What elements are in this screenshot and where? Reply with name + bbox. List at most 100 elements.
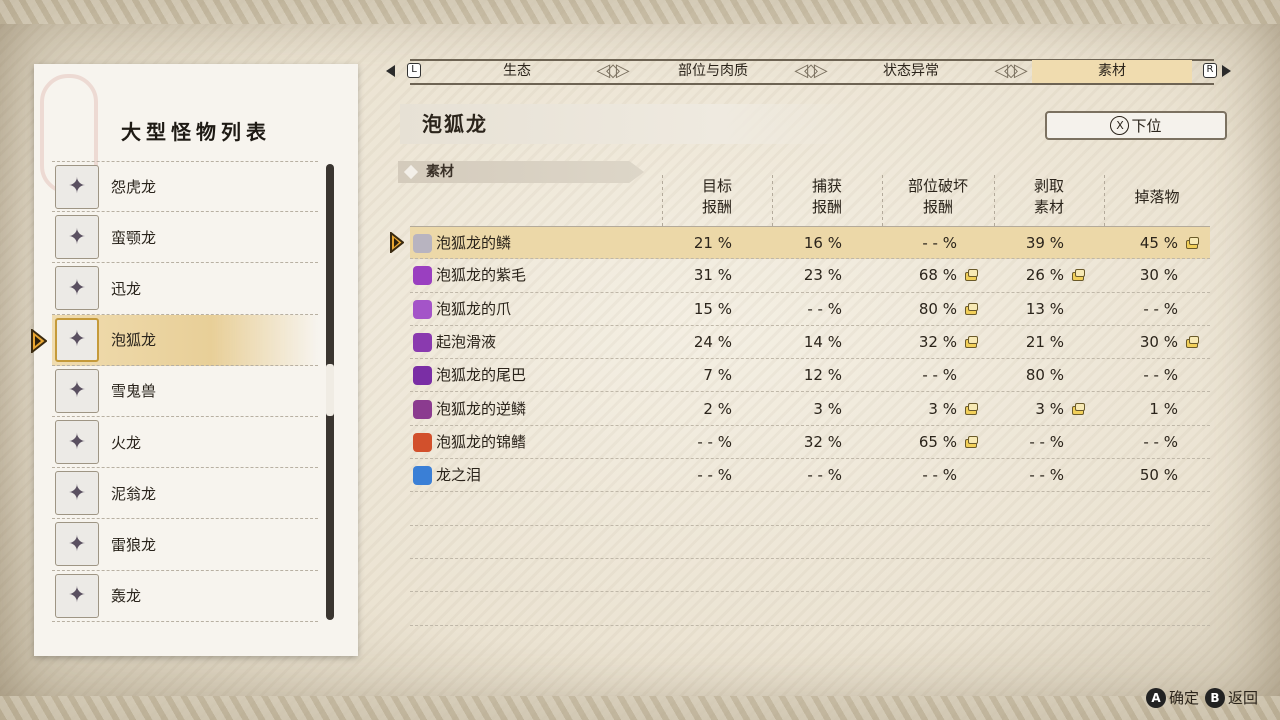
gem-icon <box>413 399 432 419</box>
monster-list-item[interactable]: ✦ 火龙 <box>52 417 318 469</box>
rate-value: - - % <box>1029 466 1064 485</box>
material-row[interactable]: 起泡滑液 24 % 14 % 32 % 21 % 30 % <box>410 326 1210 360</box>
rate-value: 23 % <box>803 266 842 285</box>
note-icon <box>1186 335 1199 348</box>
monster-name: 泡狐龙 <box>111 331 157 350</box>
monster-list-item[interactable]: ✦ 怨虎龙 <box>52 161 318 213</box>
rate-value: 14 % <box>803 332 842 351</box>
tab-divider-icon: ◁◇▷ <box>794 60 828 81</box>
rate-value: 30 % <box>1139 266 1178 285</box>
monster-list-item[interactable]: ✦ 雷狼龙 <box>52 519 318 571</box>
material-name: 泡狐龙的尾巴 <box>436 366 527 385</box>
rank-label: 下位 <box>1131 117 1162 135</box>
tab-next-arrow-icon[interactable] <box>1222 65 1231 77</box>
top-border <box>0 0 1280 24</box>
anjanath-icon: ✦ <box>55 215 99 260</box>
rate-value: 3 % <box>1035 399 1064 418</box>
scroll-thumb[interactable] <box>326 364 334 416</box>
button-hints: A 确定 B 返回 <box>1140 687 1258 708</box>
monster-name: 雷狼龙 <box>111 535 157 554</box>
rate-value: - - % <box>697 432 732 451</box>
tab-materials[interactable]: 素材 <box>1032 60 1192 83</box>
material-name: 龙之泪 <box>436 466 482 485</box>
bottom-border <box>0 696 1280 720</box>
note-icon <box>1186 237 1199 249</box>
material-row[interactable]: 泡狐龙的紫毛 31 % 23 % 68 % 26 % 30 % <box>410 259 1210 293</box>
rate-value: 26 % <box>1025 266 1064 285</box>
rate-value: 15 % <box>693 299 732 318</box>
monster-list-panel: 大型怪物列表 ✦ 怨虎龙 ✦ 蛮颚龙 ✦ 迅龙 ✦ 泡狐龙 ✦ 雪鬼兽 ✦ 火龙 ✦ 泥翁龙 ✦ 雷狼龙 ✦ 轰龙 <box>34 64 358 656</box>
monster-name: 迅龙 <box>111 279 142 298</box>
empty-row <box>410 492 1210 526</box>
empty-row <box>410 592 1210 626</box>
rate-value: - - % <box>1143 299 1178 318</box>
rate-value: 50 % <box>1139 466 1178 485</box>
monster-name: 蛮颚龙 <box>111 228 157 247</box>
tab-bar: L 生态 ◁◇▷ 部位与肉质 ◁◇▷ 状态异常 ◁◇▷ 素材 R <box>380 56 1244 86</box>
monster-name: 火龙 <box>111 433 142 452</box>
monster-name: 泥翁龙 <box>111 484 157 503</box>
rate-value: 1 % <box>1149 399 1178 418</box>
material-row[interactable]: 泡狐龙的鳞 21 % 16 % - - % 39 % 45 % <box>410 226 1210 260</box>
monster-list-item[interactable]: ✦ 蛮颚龙 <box>52 212 318 264</box>
list-cursor-icon <box>31 329 47 353</box>
tab-ecology[interactable]: 生态 <box>438 60 596 83</box>
rate-value: 80 % <box>918 299 957 318</box>
note-icon <box>965 435 978 448</box>
rate-value: - - % <box>922 366 957 385</box>
tab-hitzones[interactable]: 部位与肉质 <box>634 60 792 83</box>
tail-icon <box>413 366 432 386</box>
material-row[interactable]: 泡狐龙的爪 15 % - - % 80 % 13 % - - % <box>410 293 1210 326</box>
material-name: 泡狐龙的紫毛 <box>436 266 527 285</box>
back-hint[interactable]: 返回 <box>1228 687 1258 708</box>
diamond-icon <box>403 164 419 180</box>
rate-value: - - % <box>1143 432 1178 451</box>
column-header: 掉落物 <box>1134 187 1180 206</box>
material-row[interactable]: 泡狐龙的逆鳞 2 % 3 % 3 % 3 % 1 % <box>410 393 1210 426</box>
monster-list-item[interactable]: ✦ 雪鬼兽 <box>52 366 318 417</box>
monster-list-item[interactable]: ✦ 轰龙 <box>52 571 318 622</box>
empty-row <box>410 526 1210 559</box>
note-icon <box>965 269 978 282</box>
r-button-icon[interactable]: R <box>1203 63 1217 78</box>
monster-name: 怨虎龙 <box>111 178 157 197</box>
l-button-icon[interactable]: L <box>407 63 421 78</box>
material-row[interactable]: 龙之泪 - - % - - % - - % - - % 50 % <box>410 459 1210 493</box>
monster-title: 泡狐龙 <box>400 104 860 144</box>
rate-value: 21 % <box>693 234 732 252</box>
confirm-hint[interactable]: 确定 <box>1169 687 1199 708</box>
monster-list-item[interactable]: ✦ 迅龙 <box>52 263 318 315</box>
rate-value: - - % <box>1143 366 1178 385</box>
tab-prev-arrow-icon[interactable] <box>386 65 395 77</box>
monster-list: ✦ 怨虎龙 ✦ 蛮颚龙 ✦ 迅龙 ✦ 泡狐龙 ✦ 雪鬼兽 ✦ 火龙 ✦ 泥翁龙 ✦ 雷狼龙 ✦ 轰龙 <box>52 161 318 622</box>
note-icon <box>1072 402 1085 415</box>
column-header: 剥取 素材 <box>1033 177 1064 216</box>
rate-value: 12 % <box>803 366 842 385</box>
tab-divider-icon: ◁◇▷ <box>596 60 630 81</box>
section-label: 素材 <box>426 164 454 180</box>
rate-value: 30 % <box>1139 332 1178 351</box>
monster-list-item[interactable]: ✦ 泡狐龙 <box>52 314 318 366</box>
claw-icon <box>413 299 432 319</box>
material-row[interactable]: 泡狐龙的尾巴 7 % 12 % - - % 80 % - - % <box>410 359 1210 393</box>
column-header: 目标 报酬 <box>701 177 732 216</box>
zinogre-icon: ✦ <box>55 522 99 567</box>
rate-value: - - % <box>1029 432 1064 451</box>
note-icon <box>965 335 978 348</box>
rate-value: 68 % <box>918 266 957 285</box>
tigrex-icon: ✦ <box>55 573 99 618</box>
rate-value: - - % <box>807 466 842 485</box>
tab-ailments[interactable]: 状态异常 <box>832 60 990 83</box>
rate-value: 2 % <box>703 399 732 418</box>
rank-toggle-button[interactable]: X 下位 <box>1045 111 1227 140</box>
tab-divider-icon: ◁◇▷ <box>994 60 1028 81</box>
list-scrollbar[interactable] <box>326 164 334 620</box>
monster-list-item[interactable]: ✦ 泥翁龙 <box>52 468 318 520</box>
material-row[interactable]: 泡狐龙的锦鳍 - - % 32 % 65 % - - % - - % <box>410 426 1210 460</box>
material-name: 起泡滑液 <box>436 332 497 351</box>
rate-value: 24 % <box>693 332 732 351</box>
rate-value: 32 % <box>803 432 842 451</box>
empty-row <box>410 559 1210 593</box>
rate-value: 21 % <box>1025 332 1064 351</box>
fin-icon <box>413 432 432 452</box>
